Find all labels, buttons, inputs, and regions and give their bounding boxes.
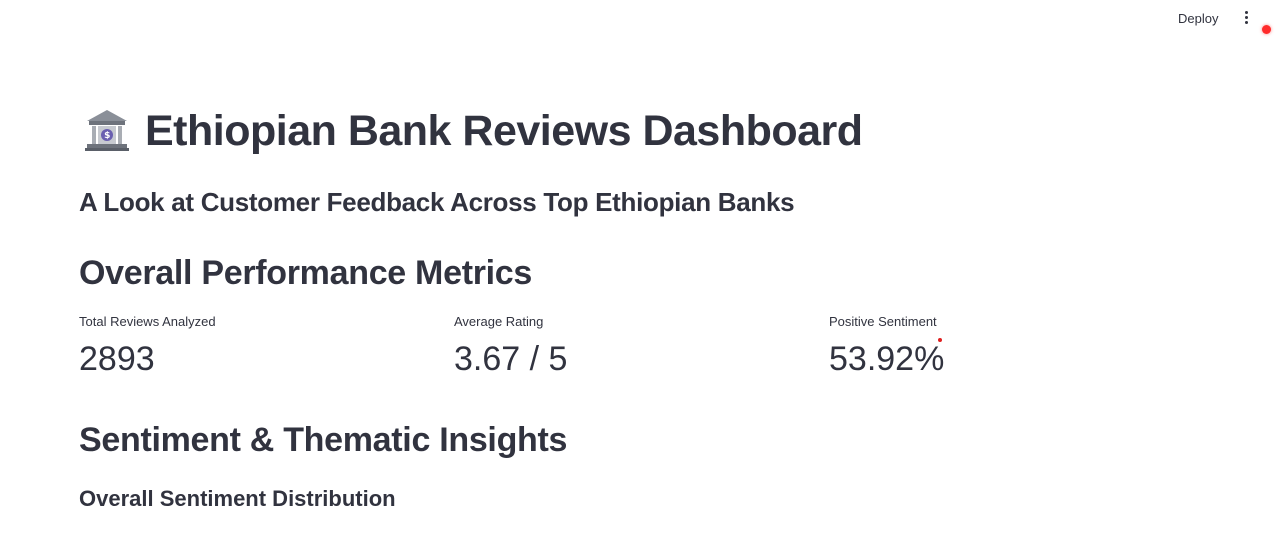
- app-header: Deploy: [0, 0, 1278, 40]
- metric-value: 2893: [79, 340, 155, 378]
- bank-icon: $: [85, 109, 129, 151]
- page-subtitle: A Look at Customer Feedback Across Top E…: [79, 187, 795, 217]
- cursor-marker: [938, 338, 942, 342]
- page-title-text: Ethiopian Bank Reviews Dashboard: [145, 107, 863, 155]
- metric-label: Average Rating: [454, 314, 544, 329]
- metric-label: Total Reviews Analyzed: [79, 314, 216, 329]
- svg-text:$: $: [104, 131, 110, 141]
- metrics-section-title: Overall Performance Metrics: [79, 254, 533, 292]
- running-status-indicator: [1262, 25, 1271, 34]
- metric-label: Positive Sentiment: [829, 314, 937, 329]
- sentiment-distribution-title: Overall Sentiment Distribution: [79, 486, 396, 511]
- metric-average-rating: Average Rating 3.67 / 5: [454, 312, 794, 382]
- metric-value: 53.92%: [829, 340, 945, 378]
- page-title: $ Ethiopian Bank Reviews Dashboard: [83, 104, 863, 158]
- deploy-button[interactable]: Deploy: [1170, 8, 1226, 30]
- kebab-menu-icon: [1238, 11, 1254, 24]
- metric-total-reviews: Total Reviews Analyzed 2893: [79, 312, 419, 382]
- metric-positive-sentiment: Positive Sentiment 53.92%: [829, 312, 1169, 382]
- insights-section-title: Sentiment & Thematic Insights: [79, 421, 568, 459]
- metric-value: 3.67 / 5: [454, 340, 568, 378]
- main-menu-button[interactable]: [1238, 9, 1254, 31]
